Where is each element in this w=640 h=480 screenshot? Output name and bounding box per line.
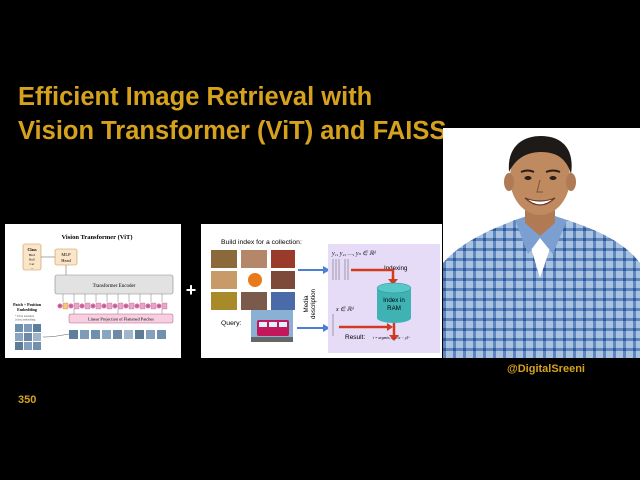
media-label: Media [303,295,310,312]
query-label: Query: [221,320,242,327]
presenter-handle: @DigitalSreeni [507,363,585,375]
description-label: description [310,288,317,318]
embedding-note: [class] embedding [15,319,36,322]
class-token [62,302,69,310]
patch-token [150,302,157,310]
plus-sign: + [185,280,197,300]
result-math: i = argminᵢ₌₁..ₙ ‖x − yᵢ‖² [373,336,410,340]
vectors-math: y₁, y₂, …, yₙ ∈ ℝᵈ [331,250,377,257]
faiss-diagram: Build index for a collection: Query: Med… [201,224,442,358]
query-image [251,310,293,342]
vit-diagram-svg: Vision Transformer (ViT) Class Bird Ball… [13,234,174,350]
image-collection [211,250,295,310]
faiss-diagram-svg: Build index for a collection: Query: Med… [211,239,440,353]
class-box-item: Ball [29,258,35,262]
patch-token [73,302,80,310]
grid-arrow [42,333,70,338]
patch-token [161,302,168,310]
video-number: 350 [18,394,37,406]
flattened-patches [69,330,166,339]
mlp-head-label: Head [61,258,71,263]
index-in-ram-label: Index in [383,297,405,304]
build-index-label: Build index for a collection: [221,239,302,246]
vit-heading: Vision Transformer (ViT) [61,234,132,241]
patch-token [139,302,146,310]
title-line-2: Vision Transformer (ViT) and FAISS [18,117,447,145]
vit-diagram: Vision Transformer (ViT) Class Bird Ball… [5,224,181,358]
patch-token [84,302,91,310]
embedding-label: Embedding [17,307,37,312]
mlp-head-label: MLP [61,252,71,257]
patch-token [106,302,113,310]
left-ear [504,173,514,191]
patch-token [128,302,135,310]
source-image-grid [15,324,41,350]
patch-token [117,302,124,310]
presenter-photo [443,128,640,358]
token-row [57,294,168,310]
patch-token [95,302,102,310]
right-ear [566,173,576,191]
class-box-title: Class [27,247,37,252]
linear-projection-label: Linear Projection of Flattened Patches [88,317,154,322]
index-in-ram-label: RAM [387,305,401,312]
class-box-item: Bird [29,253,35,257]
right-eye [549,176,557,180]
left-eye [524,176,532,180]
transformer-encoder-label: Transformer Encoder [93,284,136,289]
title-line-1: Efficient Image Retrieval with [18,83,373,111]
query-math: x ∈ ℝᵈ [335,306,355,313]
presenter-illustration [443,128,640,358]
class-box-item: ... [31,266,34,270]
result-label: Result: [345,334,365,341]
